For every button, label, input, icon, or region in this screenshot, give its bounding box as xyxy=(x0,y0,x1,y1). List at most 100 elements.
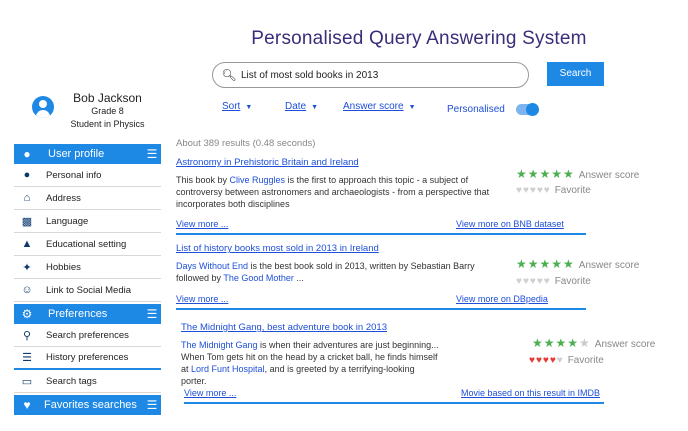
result-entity-link[interactable]: The Midnight Gang xyxy=(181,340,258,350)
page-title: Personalised Query Answering System xyxy=(251,28,587,49)
result-description: This book by Clive Ruggles is the first … xyxy=(176,174,496,210)
result-item: Astronomy in Prehistoric Britain and Ire… xyxy=(176,157,666,235)
sidebar-item-label: Hobbies xyxy=(46,261,81,273)
favorite-caption: Favorite xyxy=(554,185,591,196)
result-entity-link[interactable]: Clive Ruggles xyxy=(230,175,286,185)
search-button[interactable]: Search xyxy=(547,62,604,86)
sidebar-item-label: Educational setting xyxy=(46,238,127,250)
sidebar-item-search-preferences[interactable]: ⚲ Search preferences xyxy=(14,324,161,347)
favorites-header[interactable]: ♥ Favorites searches ☰ xyxy=(14,395,161,415)
result-text: This book by xyxy=(176,175,230,185)
user-profile-label: User profile xyxy=(48,148,105,160)
result-entity-link[interactable]: Days Without End xyxy=(176,261,248,271)
home-icon: ⌂ xyxy=(23,192,31,204)
heart-rating-icons[interactable]: ♥♥♥♥♥ xyxy=(529,355,564,366)
result-divider xyxy=(176,308,586,310)
hamburger-menu-icon[interactable]: ☰ xyxy=(143,147,161,161)
caret-down-icon: ▼ xyxy=(408,104,416,111)
user-profile-header[interactable]: ● User profile ☰ xyxy=(14,144,161,164)
heart-rating-icons[interactable]: ♥♥♥♥♥ xyxy=(516,276,551,287)
result-title-link[interactable]: List of history books most sold in 2013 … xyxy=(176,243,666,254)
answer-score-caption: Answer score xyxy=(594,339,656,350)
result-item: List of history books most sold in 2013 … xyxy=(176,243,666,310)
sidebar-item-label: Language xyxy=(46,215,89,227)
sidebar-item-social-media[interactable]: ☺ Link to Social Media xyxy=(14,279,161,302)
sidebar-item-label: Address xyxy=(46,192,81,204)
result-entity-link[interactable]: The Good Mother xyxy=(223,273,294,283)
source-link[interactable]: View more on DBpedia xyxy=(456,294,548,304)
search-box[interactable]: 🔍︎ xyxy=(212,62,529,88)
social-media-icon: ☺ xyxy=(21,284,33,296)
result-title-link[interactable]: The Midnight Gang, best adventure book i… xyxy=(181,322,671,333)
result-text: ... xyxy=(293,273,304,283)
sidebar-item-label: Search tags xyxy=(46,375,97,387)
result-entity-link[interactable]: Lord Funt Hospital xyxy=(191,364,265,374)
date-label: Date xyxy=(285,101,307,112)
result-divider xyxy=(184,402,604,404)
result-description: Days Without End is the best book sold i… xyxy=(176,260,496,284)
sidebar-item-label: Search preferences xyxy=(46,329,129,341)
answer-score-caption: Answer score xyxy=(578,260,640,271)
profile-card: Bob Jackson Grade 8 Student in Physics xyxy=(14,92,161,142)
profile-role: Student in Physics xyxy=(70,119,145,129)
favorite-rating[interactable]: ♥♥♥♥♥ Favorite xyxy=(516,276,591,287)
star-rating-icons[interactable]: ★★★★★ xyxy=(532,336,591,350)
list-icon: ☰ xyxy=(22,352,32,364)
translate-icon: ▩ xyxy=(21,215,33,228)
result-item: The Midnight Gang, best adventure book i… xyxy=(181,322,671,404)
star-rating-icons[interactable]: ★★★★★ xyxy=(516,167,575,181)
results-count: About 389 results (0.48 seconds) xyxy=(176,138,316,149)
favorite-rating[interactable]: ♥♥♥♥♥ Favorite xyxy=(529,355,604,366)
preferences-label: Preferences xyxy=(48,308,108,320)
avatar-icon[interactable] xyxy=(32,96,54,118)
date-dropdown[interactable]: Date ▼ xyxy=(285,101,318,112)
view-more-link[interactable]: View more ... xyxy=(176,294,228,304)
sidebar-item-address[interactable]: ⌂ Address xyxy=(14,187,161,210)
view-more-link[interactable]: View more ... xyxy=(184,388,236,398)
hamburger-menu-icon[interactable]: ☰ xyxy=(143,307,161,321)
graduation-cap-icon: ▲ xyxy=(21,238,33,250)
profile-grade: Grade 8 xyxy=(91,106,124,116)
star-rating-icons[interactable]: ★★★★★ xyxy=(516,257,575,271)
personalised-label: Personalised xyxy=(447,104,505,115)
sidebar-item-search-tags[interactable]: ▭ Search tags xyxy=(14,370,161,393)
sidebar-item-personal-info[interactable]: ● Personal info xyxy=(14,164,161,187)
answer-score-rating[interactable]: ★★★★★ Answer score xyxy=(516,257,639,271)
gear-icon: ⚙ xyxy=(21,307,33,321)
hamburger-menu-icon[interactable]: ☰ xyxy=(143,398,161,412)
answer-score-label: Answer score xyxy=(343,101,404,112)
favorite-rating[interactable]: ♥♥♥♥♥ Favorite xyxy=(516,185,591,196)
sidebar-item-language[interactable]: ▩ Language xyxy=(14,210,161,233)
profile-name: Bob Jackson xyxy=(73,91,142,105)
sidebar-item-label: Link to Social Media xyxy=(46,284,132,296)
heart-icon: ♥ xyxy=(23,398,31,412)
sidebar-item-label: History preferences xyxy=(46,352,129,363)
answer-score-caption: Answer score xyxy=(578,170,640,181)
result-description: The Midnight Gang is when their adventur… xyxy=(181,339,441,387)
sort-dropdown[interactable]: Sort ▼ xyxy=(222,101,252,112)
sidebar: Bob Jackson Grade 8 Student in Physics ●… xyxy=(14,92,161,415)
view-more-link[interactable]: View more ... xyxy=(176,219,228,229)
result-divider xyxy=(176,233,586,235)
favorite-caption: Favorite xyxy=(567,355,604,366)
favorite-caption: Favorite xyxy=(554,276,591,287)
personalised-toggle[interactable] xyxy=(516,103,539,116)
answer-score-rating[interactable]: ★★★★★ Answer score xyxy=(516,167,639,181)
answer-score-dropdown[interactable]: Answer score ▼ xyxy=(343,101,416,112)
search-icon: 🔍︎ xyxy=(221,68,237,82)
person-icon: ● xyxy=(23,147,31,161)
source-link[interactable]: Movie based on this result in IMDB xyxy=(461,388,600,398)
sidebar-item-label: Personal info xyxy=(46,169,102,181)
preferences-header[interactable]: ⚙ Preferences ☰ xyxy=(14,304,161,324)
sidebar-item-history-preferences[interactable]: ☰ History preferences xyxy=(14,347,161,370)
sidebar-item-hobbies[interactable]: ✦ Hobbies xyxy=(14,256,161,279)
heart-rating-icons[interactable]: ♥♥♥♥♥ xyxy=(516,185,551,196)
sidebar-item-educational-setting[interactable]: ▲ Educational setting xyxy=(14,233,161,256)
puzzle-icon: ✦ xyxy=(22,261,32,274)
monitor-icon: ▭ xyxy=(21,375,33,388)
person-icon: ● xyxy=(23,169,31,181)
source-link[interactable]: View more on BNB dataset xyxy=(456,219,564,229)
search-input[interactable] xyxy=(241,69,528,81)
answer-score-rating[interactable]: ★★★★★ Answer score xyxy=(532,336,655,350)
caret-down-icon: ▼ xyxy=(245,104,253,111)
